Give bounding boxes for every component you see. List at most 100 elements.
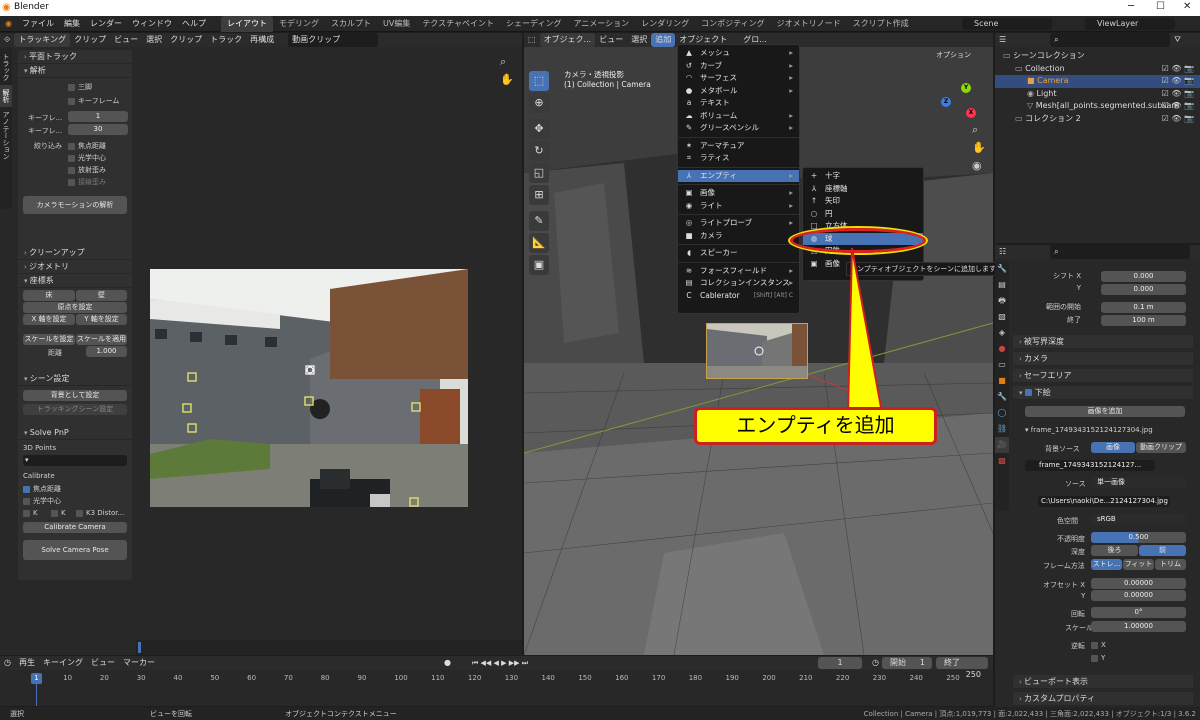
select-box-icon[interactable]: ⬚ [529,71,549,91]
set-floor-button[interactable]: 床 [23,290,75,301]
frame-fit-toggle[interactable]: フィット [1123,559,1154,570]
keyframe-b-field[interactable]: 30 [68,124,128,135]
colorspace-dropdown[interactable]: sRGB [1091,514,1186,525]
refine-radial-checkbox[interactable]: 放射歪み [68,165,106,175]
record-icon[interactable]: ● [440,656,455,670]
frame-stretch-toggle[interactable]: ストレ... [1091,559,1122,570]
add-menu-item[interactable]: ◎ ライトプローブ ▸ [678,217,799,230]
tool-tab-icon[interactable]: 🔧 [995,261,1009,277]
section-plane-track[interactable]: 平面トラック [18,50,132,64]
filepath-field[interactable]: C:\Users\naoki\De...2124127304.jpg [1038,496,1170,507]
source-clip-toggle[interactable]: 動画クリップ [1136,442,1186,453]
outliner-item[interactable]: ◉ Light ☑ 👁 📷 [995,88,1200,101]
add-menu-item[interactable]: ✎ グリースペンシル ▸ [678,122,799,135]
clip-end-field[interactable]: 100 m [1101,315,1186,326]
clip-frame-indicator[interactable] [138,642,141,653]
section-dof[interactable]: 被写界深度 [1013,335,1193,349]
outliner-item[interactable]: ■ Camera ☑ 👁 📷 [995,75,1200,88]
add-image-button[interactable]: 画像を追加 [1025,406,1185,417]
clip-footage[interactable] [150,269,468,507]
properties-search-icon[interactable]: ⌕ [1050,245,1191,259]
view-layer-tab-icon[interactable]: ▧ [995,309,1009,325]
workspace-tab[interactable]: コンポジティング [695,16,771,32]
visibility-toggles-icon[interactable]: ☑ 👁 📷 [1162,88,1194,101]
editor-type-icon[interactable]: ⟐ [0,33,14,47]
workspace-tab[interactable]: モデリング [273,16,325,32]
workspace-tab[interactable]: スカルプト [325,16,377,32]
add-menu-item[interactable]: ↺ カーブ ▸ [678,60,799,73]
source-image-toggle[interactable]: 画像 [1091,442,1135,453]
section-safe-areas[interactable]: セーフエリア [1013,369,1193,383]
section-geometry[interactable]: ジオメトリ [18,260,132,274]
add-menu-item[interactable]: ▣ 画像 ▸ [678,187,799,200]
clip-menu-reconstruct[interactable]: 再構成 [246,33,278,47]
add-menu-item[interactable]: ◠ サーフェス ▸ [678,72,799,85]
scale-icon[interactable]: ◱ [529,163,549,183]
world-tab-icon[interactable]: ● [995,341,1009,357]
outliner-item[interactable]: ▭ コレクション 2 ☑ 👁 📷 [995,113,1200,126]
add-cube-icon[interactable]: ▣ [529,255,549,275]
source-dropdown[interactable]: 単一画像 [1091,477,1186,488]
workspace-tab[interactable]: レイアウト [220,15,273,32]
add-menu-item[interactable]: ■ カメラ [678,230,799,243]
cursor-icon[interactable]: ⊕ [529,93,549,113]
object-mode-dropdown[interactable]: オブジェク... [539,33,596,47]
set-background-button[interactable]: 背景として設定 [23,390,127,401]
section-custom-properties[interactable]: カスタムプロパティ [1013,692,1193,706]
empty-menu-item[interactable]: ⅄ 座標軸 [803,183,923,196]
viewport-zoom-icon[interactable]: ⌕ [972,123,978,137]
bg-image-header[interactable]: ▾ frame_1749343152124127304.jpg [1025,426,1153,434]
menu-edit[interactable]: 編集 [59,16,85,32]
scale-field[interactable]: 1.00000 [1091,621,1186,632]
workspace-tab[interactable]: テクスチャペイント [416,16,500,32]
minimize-icon[interactable]: ─ [1128,1,1134,12]
marker-menu[interactable]: マーカー [119,656,159,670]
playback-menu[interactable]: 再生 [15,656,39,670]
object-tab-icon[interactable]: ■ [995,373,1009,389]
add-menu-item[interactable]: a テキスト [678,97,799,110]
clip-name-field[interactable]: 動画クリップ [288,33,379,47]
add-menu-item[interactable]: C Cablerator [Shift] [Alt] C [678,290,799,303]
annotate-icon[interactable]: ✎ [529,211,549,231]
menu-help[interactable]: ヘルプ [177,16,211,32]
viewport-menu-view[interactable]: ビュー [595,33,627,47]
start-frame-field[interactable]: 開始 1 [882,657,932,669]
add-menu-item[interactable]: ◉ ライト ▸ [678,200,799,213]
clip-menu-view[interactable]: ビュー [110,33,142,47]
menu-window[interactable]: ウィンドウ [127,16,177,32]
add-menu-item[interactable]: ✶ アーマチュア [678,140,799,153]
move-icon[interactable]: ✥ [529,119,549,139]
depth-back-toggle[interactable]: 後ろ [1091,545,1138,556]
tracking-scene-button[interactable]: トラッキングシーン設定 [23,404,127,415]
visibility-toggles-icon[interactable]: ☑ 👁 📷 [1162,75,1194,88]
workspace-tab[interactable]: アニメーション [567,16,635,32]
empty-menu-item[interactable]: ○ 円 [803,208,923,221]
menu-render[interactable]: レンダー [85,16,127,32]
refine-tangent-checkbox[interactable]: 接線歪み [68,177,106,187]
refine-optical-checkbox[interactable]: 光学中心 [68,153,106,163]
pnp-focal-checkbox[interactable]: 焦点距離 [23,484,61,494]
playback-controls-icon[interactable]: ⏮ ◀◀ ◀ ▶ ▶▶ ⏭ [468,656,532,670]
workspace-tab[interactable]: ジオメトリノード [771,16,847,32]
mode-dropdown[interactable]: トラッキング [14,33,71,47]
add-menu-item[interactable]: ▲ メッシュ ▸ [678,47,799,60]
physics-tab-icon[interactable]: ◯ [995,405,1009,421]
constraint-tab-icon[interactable]: ⛓ [995,421,1009,437]
add-menu-item[interactable]: ⌗ ラティス [678,152,799,165]
shift-y-field[interactable]: 0.000 [1101,284,1186,295]
frame-crop-toggle[interactable]: トリム [1155,559,1186,570]
empty-menu-item[interactable]: + 十字 [803,170,923,183]
close-icon[interactable]: ✕ [1183,1,1191,12]
apply-scale-button[interactable]: スケールを適用 [76,334,127,345]
section-camera[interactable]: カメラ [1013,352,1193,366]
visibility-toggles-icon[interactable]: ☑ 👁 📷 [1162,100,1194,113]
keying-menu[interactable]: キーイング [39,656,87,670]
clip-menu-select[interactable]: 選択 [142,33,166,47]
workspace-tab[interactable]: スクリプト作成 [847,16,915,32]
distance-field[interactable]: 1.000 [86,346,127,357]
set-origin-button[interactable]: 原点を設定 [23,302,127,313]
section-orientation[interactable]: 座標系 [18,274,132,288]
viewport-pan-icon[interactable]: ✋ [972,141,986,154]
refine-focal-checkbox[interactable]: 焦点距離 [68,141,106,151]
tripod-checkbox[interactable]: 三脚 [68,82,92,92]
